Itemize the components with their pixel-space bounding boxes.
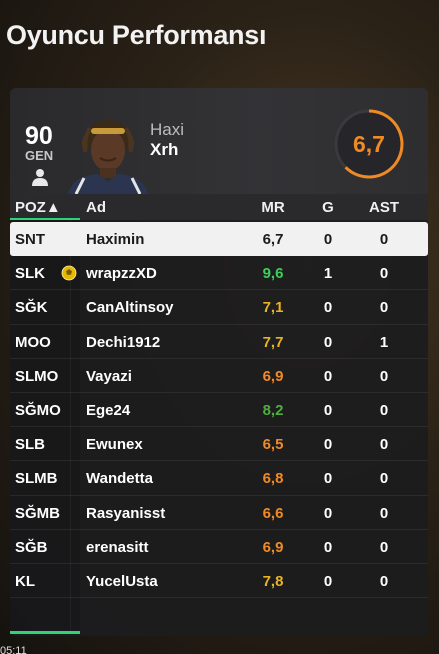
row-assists: 0: [379, 504, 389, 522]
row-rating: 6,8: [262, 470, 284, 488]
table-row[interactable]: MOO Dechi1912 7,7 0 1: [10, 325, 428, 359]
row-position: SLK: [15, 265, 45, 283]
player-last-name: Xrh: [150, 140, 179, 159]
row-rating: 9,6: [262, 265, 284, 283]
header-mr[interactable]: MR: [248, 199, 298, 216]
row-assists: 0: [379, 367, 389, 385]
row-name: YucelUsta: [86, 572, 158, 590]
row-name: Ege24: [86, 401, 131, 419]
header-name[interactable]: Ad: [86, 199, 106, 216]
row-assists: 0: [379, 436, 389, 454]
row-name: Ewunex: [86, 436, 143, 454]
row-position: SLMB: [15, 470, 58, 488]
row-assists: 0: [379, 231, 389, 248]
row-rating: 6,9: [262, 538, 284, 556]
row-goals: 1: [323, 265, 333, 283]
row-rating: 8,2: [262, 401, 284, 419]
row-position: SLMO: [15, 367, 59, 385]
table-row[interactable]: SNT Haximin 6,7 0 0: [10, 222, 428, 257]
table-row[interactable]: SĞMB Rasyanisst 6,6 0 0: [10, 496, 428, 530]
player-table: SNT Haximin 6,7 0 0 SLK wrapzzXD 9,6 1 0…: [10, 222, 428, 599]
row-rating: 6,9: [262, 367, 284, 385]
row-rating: 6,5: [262, 436, 284, 454]
row-name: Wandetta: [86, 470, 153, 488]
header-pos[interactable]: POZ▲: [15, 199, 61, 216]
player-portrait: [68, 120, 148, 194]
row-goals: 0: [323, 401, 333, 419]
motm-ball-icon: [61, 265, 77, 281]
table-row[interactable]: SLB Ewunex 6,5 0 0: [10, 427, 428, 462]
table-row[interactable]: SĞK CanAltinsoy 7,1 0 0: [10, 290, 428, 325]
row-assists: 0: [379, 299, 389, 317]
row-goals: 0: [323, 572, 333, 590]
row-assists: 0: [379, 538, 389, 556]
row-assists: 1: [379, 333, 389, 351]
row-goals: 0: [323, 333, 333, 351]
player-first-name: Haxi: [150, 120, 185, 139]
row-name: Haximin: [86, 231, 145, 248]
table-row[interactable]: SLK wrapzzXD 9,6 1 0: [10, 256, 428, 291]
row-position: KL: [15, 572, 35, 590]
row-position: MOO: [15, 333, 51, 351]
row-goals: 0: [323, 231, 333, 248]
row-goals: 0: [323, 299, 333, 317]
player-overall: 90: [25, 122, 53, 150]
row-position: SĞK: [15, 299, 48, 317]
row-rating: 6,6: [262, 504, 284, 522]
table-row[interactable]: SĞB erenasitt 6,9 0 0: [10, 530, 428, 564]
row-rating: 6,7: [262, 231, 284, 248]
table-row[interactable]: SLMB Wandetta 6,8 0 0: [10, 461, 428, 496]
row-goals: 0: [323, 504, 333, 522]
row-name: Rasyanisst: [86, 504, 166, 522]
row-goals: 0: [323, 436, 333, 454]
row-name: erenasitt: [86, 538, 149, 556]
row-name: Vayazi: [86, 367, 132, 385]
table-row[interactable]: KL YucelUsta 7,8 0 0: [10, 564, 428, 599]
row-name: wrapzzXD: [86, 265, 157, 283]
player-card[interactable]: 90 GEN Haxi Xrh 6,7: [10, 88, 428, 194]
row-goals: 0: [323, 367, 333, 385]
page-title: Oyuncu Performansı: [6, 20, 267, 50]
row-assists: 0: [379, 265, 389, 283]
row-position: SĞMB: [15, 504, 60, 522]
table-row[interactable]: SLMO Vayazi 6,9 0 0: [10, 359, 428, 393]
scroll-indicator: [10, 631, 80, 634]
person-icon: [32, 169, 48, 186]
row-rating: 7,1: [262, 299, 284, 317]
table-header: POZ▲ Ad MR G AST: [10, 194, 428, 220]
row-name: CanAltinsoy: [86, 299, 174, 317]
row-assists: 0: [379, 572, 389, 590]
row-position: SĞMO: [15, 401, 61, 419]
row-position: SLB: [15, 436, 45, 454]
row-assists: 0: [379, 470, 389, 488]
player-gen-label: GEN: [25, 148, 54, 163]
player-match-rating: 6,7: [353, 130, 385, 157]
row-goals: 0: [323, 470, 333, 488]
row-rating: 7,7: [262, 333, 284, 351]
row-position: SNT: [15, 231, 45, 248]
row-position: SĞB: [15, 538, 48, 556]
row-name: Dechi1912: [86, 333, 161, 351]
row-goals: 0: [323, 538, 333, 556]
clock: 05:11: [0, 645, 27, 654]
table-row[interactable]: SĞMO Ege24 8,2 0 0: [10, 393, 428, 428]
header-ast[interactable]: AST: [359, 199, 409, 216]
row-assists: 0: [379, 401, 389, 419]
header-g[interactable]: G: [303, 199, 353, 216]
row-rating: 7,8: [262, 572, 284, 590]
